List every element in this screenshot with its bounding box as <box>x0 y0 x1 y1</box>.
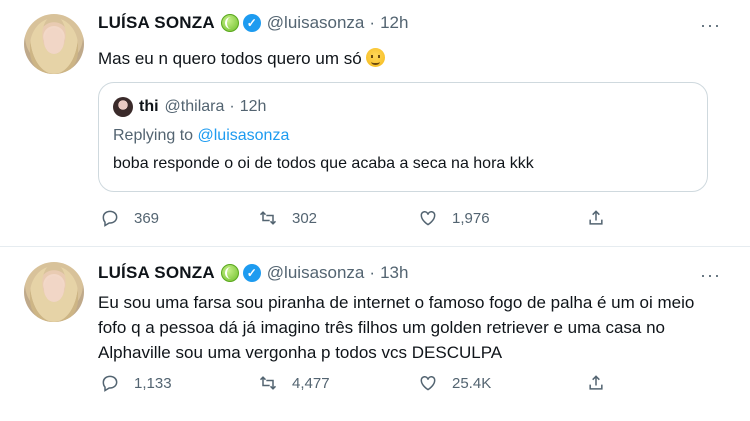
quote-header: thi @thilara · 12h <box>113 97 266 117</box>
tweet[interactable]: LUÍSA SONZA ✓ @luisasonza · 12h ··· Mas … <box>0 0 750 247</box>
tennis-ball-icon <box>220 14 239 32</box>
retweet-count: 302 <box>292 209 318 227</box>
heart-icon <box>420 375 436 391</box>
handle[interactable]: @luisasonza <box>267 13 365 33</box>
retweet-button[interactable]: 302 <box>258 208 317 228</box>
handle[interactable]: @luisasonza <box>267 263 365 283</box>
tweet-header: LUÍSA SONZA ✓ @luisasonza · 12h <box>98 12 408 34</box>
avatar-face <box>44 276 64 302</box>
reply-count: 369 <box>134 209 160 227</box>
retweet-icon <box>259 211 277 225</box>
quote-handle: @thilara <box>164 98 225 115</box>
tweet-actions: 1,133 4,477 25.4K <box>98 373 618 397</box>
timestamp[interactable]: 13h <box>380 263 408 283</box>
retweet-icon <box>259 376 277 390</box>
avatar[interactable] <box>24 14 84 74</box>
quote-name: thi <box>139 98 159 115</box>
more-icon[interactable]: ··· <box>700 266 720 288</box>
tweet-actions: 369 302 1,976 <box>98 208 618 232</box>
avatar-face <box>44 28 64 54</box>
like-count: 1,976 <box>452 209 490 227</box>
reply-icon <box>102 210 118 227</box>
avatar[interactable] <box>24 262 84 322</box>
share-icon <box>589 210 603 225</box>
display-name[interactable]: LUÍSA SONZA <box>98 263 215 283</box>
reply-count: 1,133 <box>134 374 172 392</box>
quote-text: boba responde o oi de todos que acaba a … <box>113 155 534 172</box>
quote-avatar <box>113 97 133 117</box>
reply-button[interactable]: 1,133 <box>100 373 172 393</box>
like-count: 25.4K <box>452 374 492 392</box>
more-icon[interactable]: ··· <box>700 16 720 38</box>
emoji-icon <box>365 48 385 67</box>
reply-icon <box>102 375 118 392</box>
heart-icon <box>420 210 436 226</box>
like-button[interactable]: 1,976 <box>418 208 490 228</box>
share-button[interactable] <box>586 208 606 228</box>
tweet-text: Mas eu n quero todos quero um só <box>98 46 718 71</box>
tweet-header: LUÍSA SONZA ✓ @luisasonza · 13h <box>98 262 408 284</box>
replying-to: Replying to @luisasonza <box>113 127 289 145</box>
reply-button[interactable]: 369 <box>100 208 159 228</box>
display-name[interactable]: LUÍSA SONZA <box>98 13 215 33</box>
separator: · <box>369 263 376 282</box>
tennis-ball-icon <box>220 264 239 282</box>
replying-prefix: Replying to <box>113 127 194 144</box>
verified-badge-icon: ✓ <box>242 14 261 32</box>
retweet-button[interactable]: 4,477 <box>258 373 330 393</box>
share-icon <box>589 375 603 390</box>
separator: · <box>369 13 376 32</box>
tweet-text: Eu sou uma farsa sou piranha de internet… <box>98 293 695 362</box>
timestamp[interactable]: 12h <box>380 13 408 33</box>
quote-timestamp: 12h <box>239 98 267 115</box>
quote-separator: · <box>229 98 235 115</box>
tweet-text-content: Mas eu n quero todos quero um só <box>98 49 362 68</box>
retweet-count: 4,477 <box>292 374 330 392</box>
verified-badge-icon: ✓ <box>242 264 261 282</box>
tweet[interactable]: LUÍSA SONZA ✓ @luisasonza · 13h ··· Eu s… <box>0 248 750 421</box>
replying-mention[interactable]: @luisasonza <box>198 127 290 144</box>
like-button[interactable]: 25.4K <box>418 373 491 393</box>
quote-tweet[interactable]: thi @thilara · 12h Replying to @luisason… <box>98 82 708 192</box>
share-button[interactable] <box>586 373 606 393</box>
